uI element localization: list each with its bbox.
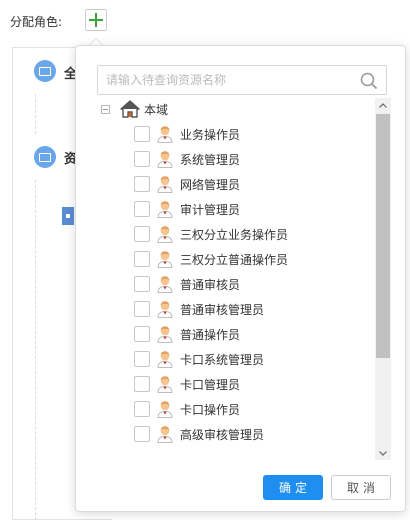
item-label: 审计管理员: [180, 202, 241, 217]
popup-arrow: [89, 38, 103, 45]
item-label: 普通审核员: [180, 277, 241, 292]
resource-icon: [34, 146, 56, 168]
scroll-up-icon[interactable]: [375, 98, 391, 112]
search-icon[interactable]: [360, 72, 378, 90]
tree-item[interactable]: 系统管理员: [134, 148, 240, 170]
item-checkbox[interactable]: [134, 376, 150, 392]
role-select-popup: 本域 业务操作员系统管理员网络管理员审计管理员三权分立业务操作员三权分立普通操作…: [75, 45, 406, 512]
role-label: 分配角色:: [10, 15, 63, 29]
cancel-button[interactable]: 取消: [331, 475, 391, 500]
user-icon: [157, 176, 173, 193]
expand-tag[interactable]: [62, 207, 74, 225]
user-icon: [157, 276, 173, 293]
tree-root[interactable]: 本域: [97, 98, 168, 120]
user-icon: [157, 401, 173, 418]
item-label: 系统管理员: [180, 152, 241, 167]
item-label: 业务操作员: [180, 127, 241, 142]
item-checkbox[interactable]: [134, 251, 150, 267]
user-icon: [157, 151, 173, 168]
user-icon: [157, 426, 173, 443]
tree-item[interactable]: 卡口系统管理员: [134, 348, 264, 370]
item-label: 卡口系统管理员: [180, 352, 265, 367]
item-checkbox[interactable]: [134, 326, 150, 342]
user-icon: [157, 326, 173, 343]
tree-root-label: 本域: [144, 102, 169, 117]
item-label: 普通操作员: [180, 327, 241, 342]
divider: [35, 180, 36, 520]
item-checkbox[interactable]: [134, 126, 150, 142]
item-label: 卡口管理员: [180, 377, 241, 392]
tree-item[interactable]: 普通操作员: [134, 323, 240, 345]
user-icon: [157, 201, 173, 218]
user-icon: [157, 351, 173, 368]
item-label: 网络管理员: [180, 177, 241, 192]
item-label: 卡口操作员: [180, 402, 241, 417]
add-role-button[interactable]: [85, 9, 107, 31]
user-icon: [157, 126, 173, 143]
item-checkbox[interactable]: [134, 226, 150, 242]
home-icon: [120, 100, 140, 118]
tree-item[interactable]: 高级审核管理员: [134, 423, 264, 445]
tree-item[interactable]: 网络管理员: [134, 173, 240, 195]
plus-icon: [89, 13, 103, 27]
monitor-icon: [34, 60, 56, 82]
user-icon: [157, 376, 173, 393]
tree-item[interactable]: 普通审核管理员: [134, 298, 264, 320]
confirm-button[interactable]: 确定: [263, 475, 323, 500]
item-label: 普通审核管理员: [180, 302, 265, 317]
collapse-toggle[interactable]: [101, 104, 110, 114]
item-checkbox[interactable]: [134, 276, 150, 292]
item-checkbox[interactable]: [134, 351, 150, 367]
item-label: 高级审核管理员: [180, 427, 265, 442]
tree-item[interactable]: 三权分立普通操作员: [134, 248, 288, 270]
item-checkbox[interactable]: [134, 301, 150, 317]
tree-item[interactable]: 卡口操作员: [134, 398, 240, 420]
user-icon: [157, 251, 173, 268]
user-icon: [157, 301, 173, 318]
scrollbar[interactable]: [375, 98, 391, 460]
item-checkbox[interactable]: [134, 426, 150, 442]
tree-item[interactable]: 三权分立业务操作员: [134, 223, 288, 245]
scrollbar-thumb[interactable]: [376, 114, 390, 358]
item-checkbox[interactable]: [134, 151, 150, 167]
tree-item[interactable]: 普通审核员: [134, 273, 240, 295]
divider: [35, 94, 36, 134]
item-label: 三权分立普通操作员: [180, 252, 289, 267]
tree-item[interactable]: 审计管理员: [134, 198, 240, 220]
search-input[interactable]: [98, 66, 348, 94]
item-checkbox[interactable]: [134, 401, 150, 417]
user-icon: [157, 226, 173, 243]
tree-item[interactable]: 卡口管理员: [134, 373, 240, 395]
role-tree: 本域 业务操作员系统管理员网络管理员审计管理员三权分立业务操作员 三权分立普通操作…: [97, 98, 392, 460]
search-box: [97, 65, 387, 95]
tree-item[interactable]: 业务操作员: [134, 123, 240, 145]
item-checkbox[interactable]: [134, 176, 150, 192]
item-checkbox[interactable]: [134, 201, 150, 217]
scroll-down-icon[interactable]: [375, 446, 391, 460]
item-label: 三权分立业务操作员: [180, 227, 289, 242]
